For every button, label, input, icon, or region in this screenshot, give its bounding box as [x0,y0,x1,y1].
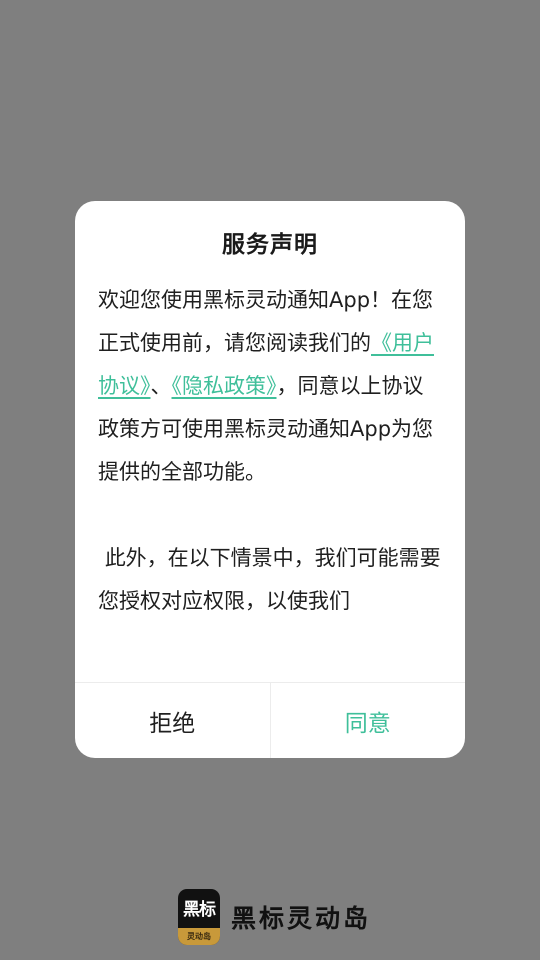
app-icon: 黑标 灵动岛 [178,889,220,945]
reject-button[interactable]: 拒绝 [75,683,271,758]
dialog-footer: 拒绝 同意 [75,682,465,758]
privacy-policy-link[interactable]: 《隐私政策》 [172,374,277,398]
app-icon-text: 黑标 [183,900,216,920]
dialog-body[interactable]: 欢迎您使用黑标灵动通知App！在您正式使用前，请您阅读我们的《用户协议》、《隐私… [98,279,443,677]
dialog-title: 服务声明 [222,232,318,258]
body-paragraph-1: 欢迎您使用黑标灵动通知App！在您正式使用前，请您阅读我们的《用户协议》、《隐私… [98,279,443,494]
link-separator: 、 [150,374,172,398]
app-icon-band: 灵动岛 [178,928,220,945]
body-paragraph-2: 此外，在以下情景中，我们可能需要您授权对应权限，以使我们 [98,546,441,613]
agree-button[interactable]: 同意 [271,683,466,758]
brand-name: 黑标灵动岛 [231,904,372,933]
service-statement-dialog: 服务声明 欢迎您使用黑标灵动通知App！在您正式使用前，请您阅读我们的《用户协议… [75,201,465,758]
brand-logo: 黑标 灵动岛 黑标灵动岛 [178,889,371,945]
